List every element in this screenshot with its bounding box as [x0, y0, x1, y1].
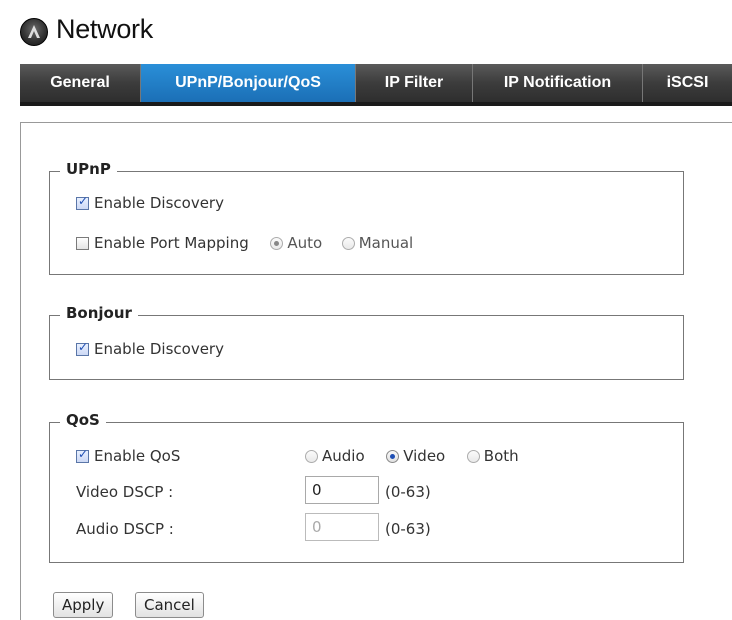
- upnp-enable-discovery-label: Enable Discovery: [94, 194, 224, 212]
- apply-button[interactable]: Apply: [53, 592, 114, 618]
- bonjour-enable-discovery-checkbox[interactable]: [76, 340, 89, 356]
- qos-group: QoS Enable QoS Audio Video Both Video DS…: [49, 411, 684, 563]
- tab-bar: General UPnP/Bonjour/QoS IP Filter IP No…: [20, 64, 732, 106]
- qos-audio-label: Audio: [322, 447, 365, 465]
- qos-video-radio[interactable]: [386, 450, 400, 463]
- tab-general[interactable]: General: [20, 64, 141, 102]
- upnp-enable-discovery-checkbox[interactable]: [76, 194, 89, 210]
- audio-dscp-label: Audio DSCP :: [76, 520, 174, 538]
- enable-qos-label: Enable QoS: [94, 447, 181, 465]
- mapping-manual-radio[interactable]: [341, 237, 355, 250]
- page-header: Network: [20, 12, 732, 52]
- qos-legend: QoS: [60, 411, 106, 429]
- bonjour-enable-discovery-label: Enable Discovery: [94, 340, 224, 358]
- bonjour-group: Bonjour Enable Discovery: [49, 304, 684, 380]
- audio-dscp-input[interactable]: [305, 513, 379, 541]
- page-title: Network: [56, 14, 153, 44]
- qos-enable-row: Enable QoS: [76, 447, 180, 465]
- upnp-discovery-row: Enable Discovery: [76, 194, 224, 212]
- app-logo-icon: [20, 18, 48, 46]
- tab-upnp-bonjour-qos[interactable]: UPnP/Bonjour/QoS: [141, 64, 356, 102]
- video-dscp-label: Video DSCP :: [76, 483, 174, 501]
- tab-ip-filter[interactable]: IP Filter: [356, 64, 473, 102]
- upnp-port-mapping-row: Enable Port Mapping Auto Manual: [76, 234, 413, 252]
- upnp-enable-port-mapping-checkbox[interactable]: [76, 237, 89, 250]
- mapping-auto-label: Auto: [287, 234, 323, 252]
- tab-ip-notification[interactable]: IP Notification: [473, 64, 643, 102]
- audio-dscp-range: (0-63): [385, 520, 431, 538]
- mapping-auto-radio[interactable]: [270, 237, 284, 250]
- qos-video-label: Video: [403, 447, 446, 465]
- qos-both-radio[interactable]: [466, 450, 480, 463]
- qos-mode-row: Audio Video Both: [305, 447, 519, 465]
- upnp-legend: UPnP: [60, 160, 117, 178]
- settings-panel: UPnP Enable Discovery Enable Port Mappin…: [20, 122, 732, 620]
- cancel-button[interactable]: Cancel: [135, 592, 204, 618]
- tab-iscsi[interactable]: iSCSI: [643, 64, 732, 102]
- upnp-enable-port-mapping-label: Enable Port Mapping: [94, 234, 249, 252]
- bonjour-discovery-row: Enable Discovery: [76, 340, 224, 358]
- qos-audio-radio[interactable]: [305, 450, 318, 463]
- qos-both-label: Both: [483, 447, 519, 465]
- video-dscp-range: (0-63): [385, 483, 431, 501]
- upnp-group: UPnP Enable Discovery Enable Port Mappin…: [49, 160, 684, 275]
- video-dscp-input[interactable]: [305, 476, 379, 504]
- enable-qos-checkbox[interactable]: [76, 447, 89, 463]
- mapping-manual-label: Manual: [358, 234, 414, 252]
- bonjour-legend: Bonjour: [60, 304, 138, 322]
